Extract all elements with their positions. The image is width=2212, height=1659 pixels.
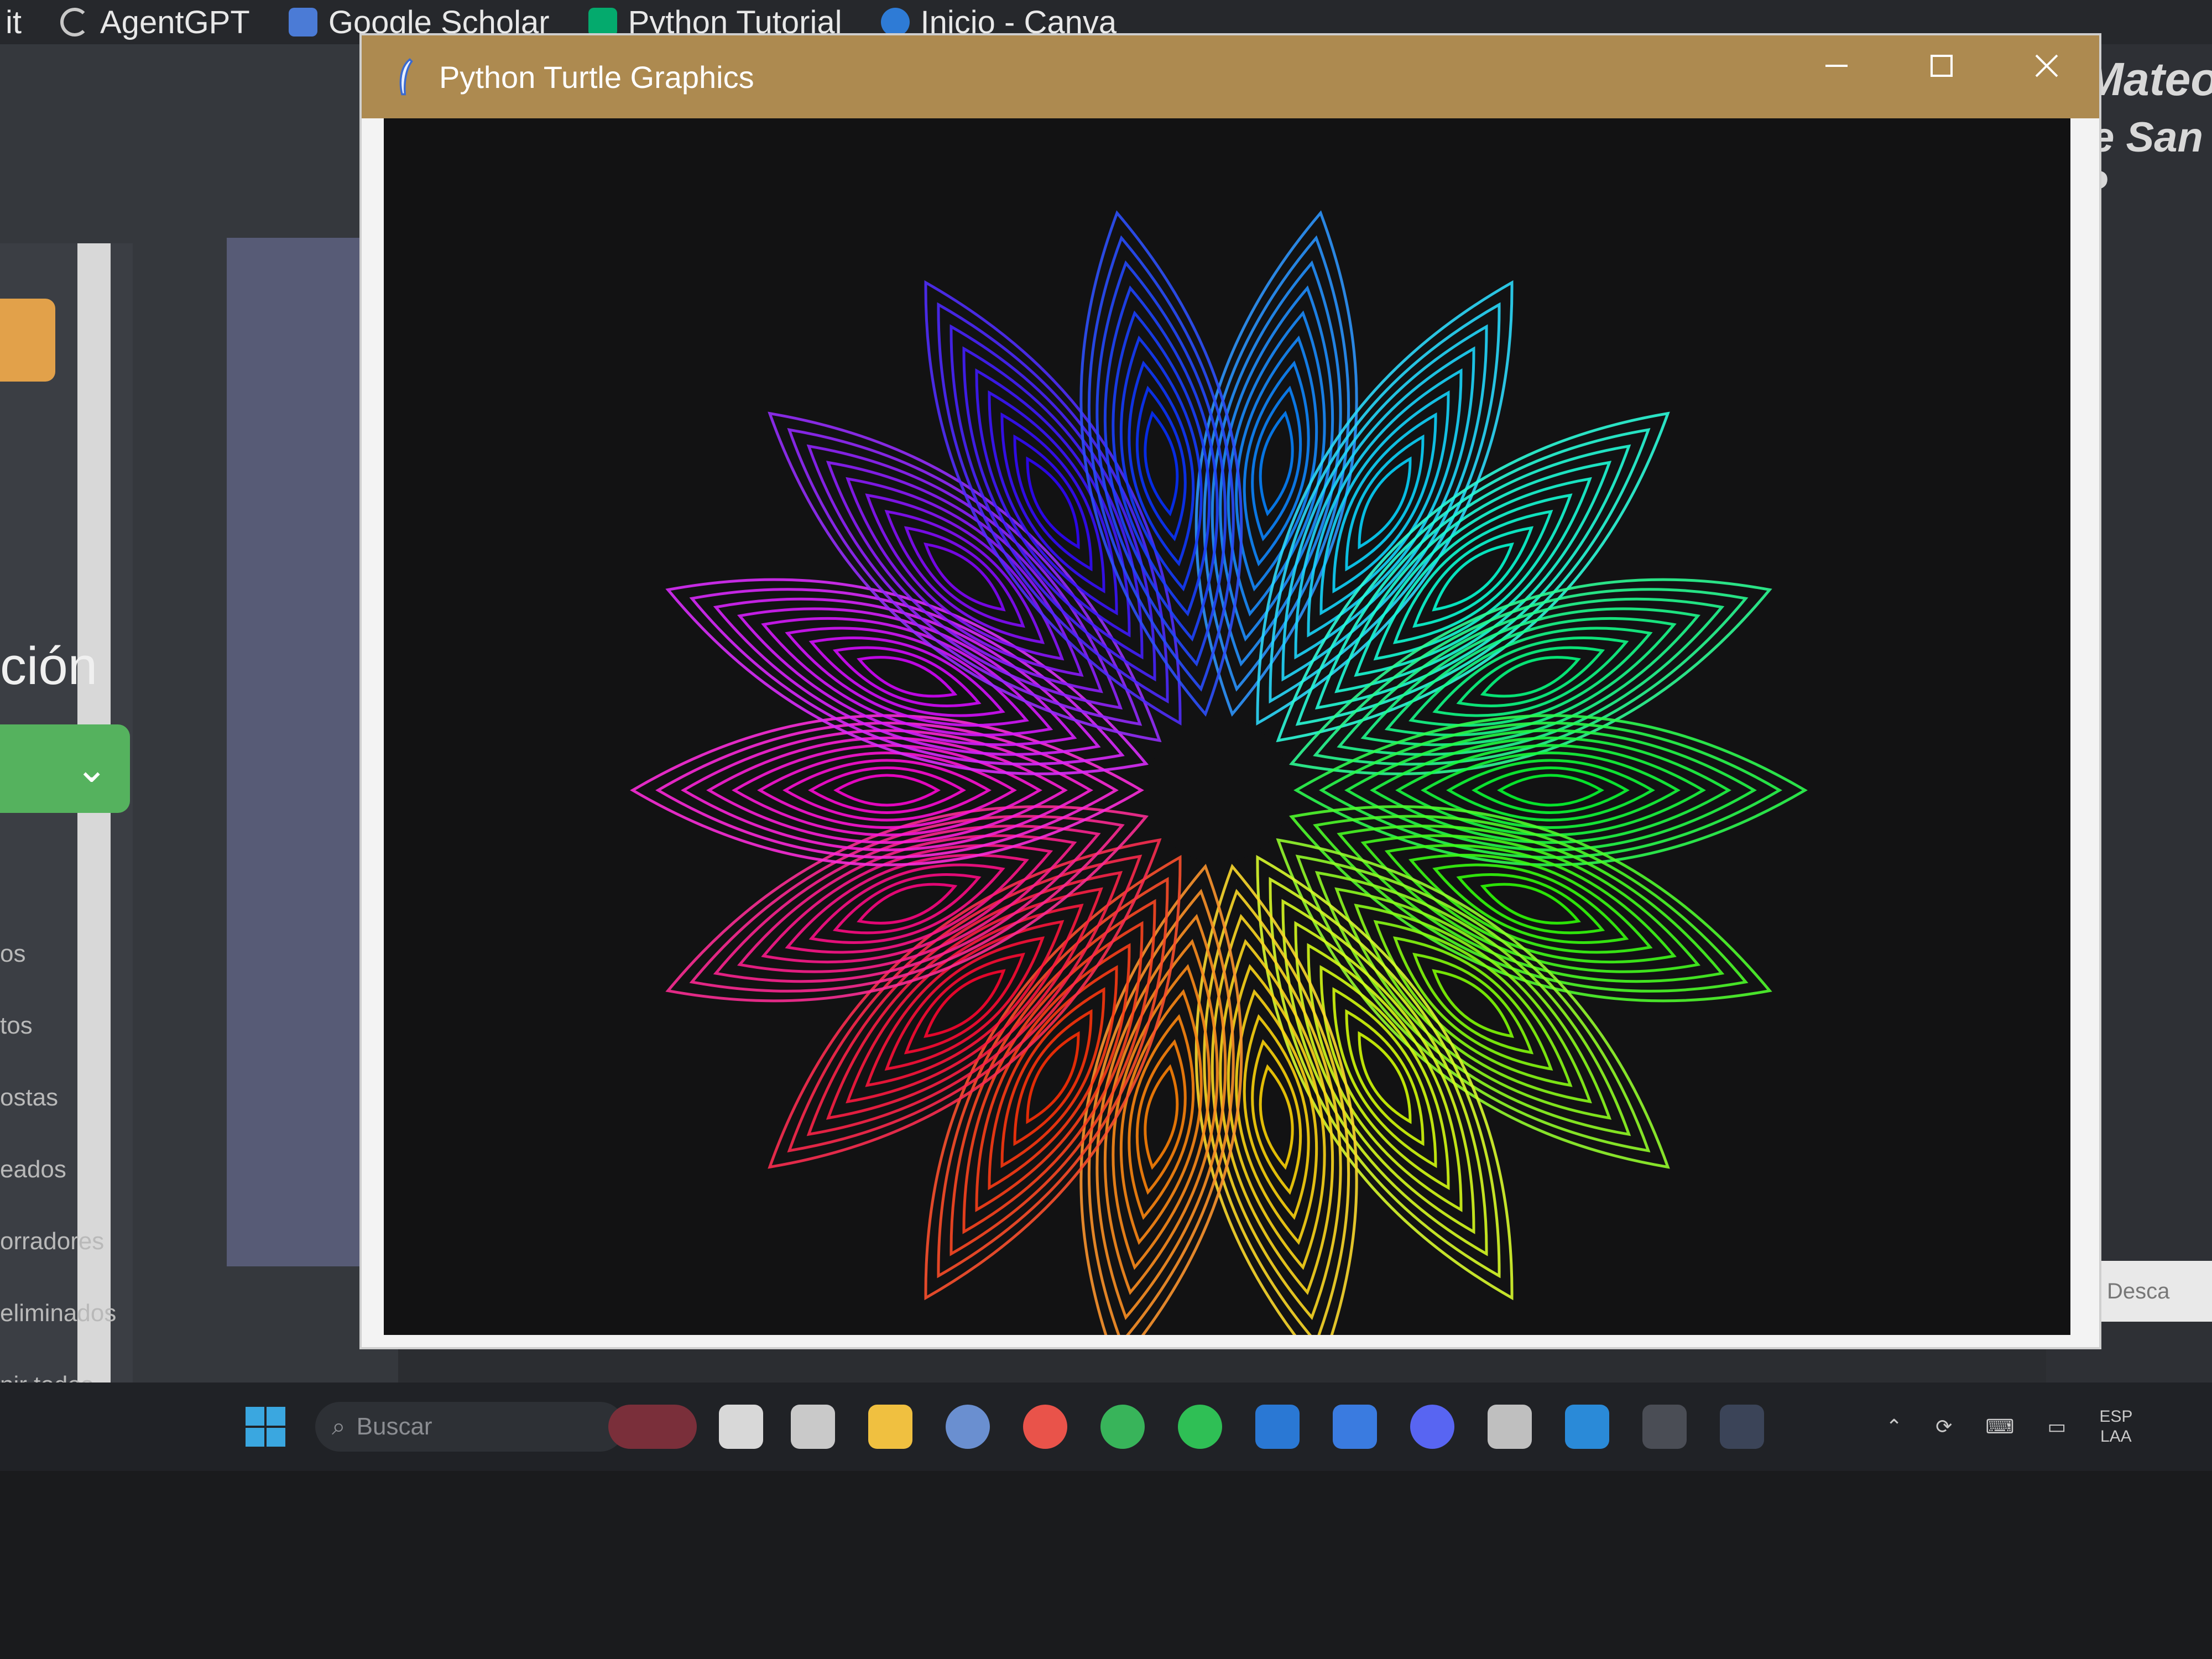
- bookmark-agentgpt[interactable]: AgentGPT: [60, 4, 250, 41]
- feather-icon: [399, 58, 413, 96]
- bookmark-label: it: [6, 4, 22, 40]
- settings-icon[interactable]: [946, 1405, 990, 1449]
- flower-center: [1147, 718, 1291, 862]
- taskbar-search[interactable]: ⌕ Buscar: [315, 1402, 625, 1452]
- chrome-icon[interactable]: [1023, 1405, 1067, 1449]
- download-button-label: Desca: [2107, 1279, 2170, 1303]
- petal: [1256, 280, 1514, 726]
- language-code: ESP: [2099, 1407, 2133, 1426]
- google-scholar-icon: [288, 8, 317, 36]
- petal: [1079, 210, 1243, 717]
- maximize-icon: [1931, 55, 1953, 77]
- vscode-icon[interactable]: [1565, 1405, 1609, 1449]
- taskbar: ⌕ Buscar ⌃ ⟳ ⌨ ▭ ESP LAA: [0, 1383, 2212, 1471]
- language-indicator[interactable]: ESP LAA: [2099, 1407, 2132, 1447]
- dropdown-select[interactable]: ⌄: [0, 724, 130, 813]
- spotify-icon[interactable]: [1178, 1405, 1222, 1449]
- windows-start-icon[interactable]: [243, 1405, 288, 1449]
- maximize-button[interactable]: [1889, 35, 1994, 96]
- turtle-window[interactable]: Python Turtle Graphics: [359, 33, 2101, 1349]
- system-tray: ⌃ ⟳ ⌨ ▭ ESP LAA: [1886, 1407, 2132, 1447]
- list-item[interactable]: orradores: [0, 1206, 116, 1277]
- agentgpt-icon: [60, 8, 89, 36]
- file-explorer-icon[interactable]: [868, 1405, 912, 1449]
- window-title: Python Turtle Graphics: [439, 59, 754, 95]
- taskbar-app-icon[interactable]: [608, 1405, 697, 1449]
- turtle-drawing: [630, 210, 1808, 1335]
- language-region: LAA: [2100, 1427, 2132, 1446]
- widgets-icon[interactable]: [791, 1405, 835, 1449]
- laptop-bezel: [0, 1471, 2212, 1659]
- keyboard-icon[interactable]: ⌨: [1985, 1415, 2014, 1438]
- window-titlebar[interactable]: Python Turtle Graphics: [362, 35, 2099, 118]
- side-list: os tos ostas eados orradores eliminados …: [0, 918, 116, 1421]
- list-item[interactable]: ostas: [0, 1062, 116, 1134]
- turtle-canvas[interactable]: [384, 118, 2070, 1335]
- bookmark-label: AgentGPT: [100, 4, 250, 40]
- calendar-icon[interactable]: [0, 299, 55, 382]
- discord-icon[interactable]: [1410, 1405, 1454, 1449]
- bookmark-item[interactable]: it: [6, 4, 22, 41]
- close-button[interactable]: [1994, 35, 2099, 96]
- whatsapp-icon[interactable]: [1100, 1405, 1145, 1449]
- list-item[interactable]: eliminados: [0, 1277, 116, 1349]
- window-controls: [1784, 35, 2099, 96]
- todo-icon[interactable]: [1333, 1405, 1377, 1449]
- chevron-up-icon[interactable]: ⌃: [1886, 1415, 1902, 1438]
- section-heading: ción: [0, 637, 98, 696]
- list-item[interactable]: tos: [0, 990, 116, 1062]
- python-icon[interactable]: [1720, 1405, 1764, 1449]
- battery-icon[interactable]: ▭: [2047, 1415, 2066, 1438]
- petal: [1194, 210, 1358, 717]
- terminal-icon[interactable]: [1642, 1405, 1687, 1449]
- canva-icon: [880, 8, 910, 36]
- close-icon: [2035, 54, 2058, 77]
- app-icon[interactable]: [1488, 1405, 1532, 1449]
- search-placeholder: Buscar: [356, 1413, 432, 1440]
- outlook-icon[interactable]: [1255, 1405, 1300, 1449]
- minimize-button[interactable]: [1784, 35, 1889, 96]
- task-view-icon[interactable]: [719, 1405, 763, 1449]
- w3schools-icon: [588, 8, 617, 36]
- profile-name: Mateo: [2085, 53, 2212, 105]
- minimize-icon: [1825, 65, 1848, 67]
- list-item[interactable]: eados: [0, 1134, 116, 1206]
- chevron-down-icon: ⌄: [75, 747, 108, 790]
- sync-icon[interactable]: ⟳: [1936, 1415, 1952, 1438]
- search-icon: ⌕: [332, 1413, 346, 1440]
- petal: [924, 280, 1182, 726]
- list-item[interactable]: os: [0, 918, 116, 990]
